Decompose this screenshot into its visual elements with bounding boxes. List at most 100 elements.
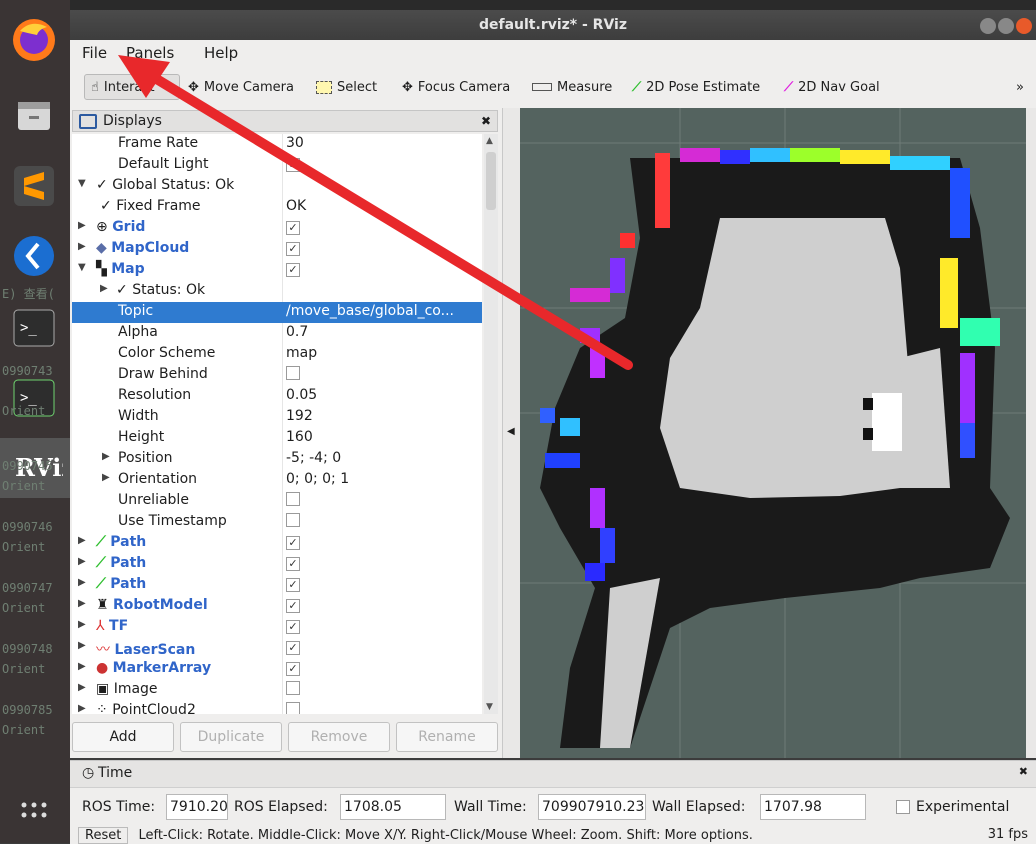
tree-row[interactable]: Draw Behind	[72, 365, 482, 386]
checkbox[interactable]: ✓	[286, 221, 300, 235]
tree-row[interactable]: ▶ ◆ MapCloud ✓	[72, 239, 482, 260]
expand-arrow-icon[interactable]: ▶	[78, 220, 86, 231]
row-name: PointCloud2	[112, 702, 196, 714]
tree-row[interactable]: ▶ ♜ RobotModel ✓	[72, 596, 482, 617]
select-tool[interactable]: Select	[310, 74, 383, 100]
minimize-button[interactable]	[980, 18, 996, 34]
expand-arrow-icon[interactable]: ▶	[78, 535, 86, 546]
checkbox[interactable]: ✓	[286, 620, 300, 634]
scroll-up-icon[interactable]: ▲	[486, 136, 493, 146]
checkbox[interactable]: ✓	[286, 599, 300, 613]
displays-scrollbar[interactable]: ▲ ▼	[484, 134, 498, 714]
focus-camera-tool[interactable]: ✥ Focus Camera	[396, 74, 516, 100]
menu-help[interactable]: Help	[204, 44, 238, 62]
checkbox[interactable]: ✓	[286, 242, 300, 256]
ros-elapsed-field[interactable]: 1708.05	[340, 794, 446, 820]
splitter-left[interactable]: ◀	[503, 108, 520, 758]
close-button[interactable]	[1016, 18, 1032, 34]
sublime-text-icon[interactable]	[8, 160, 60, 212]
tree-row[interactable]: ▶ ▣ Image	[72, 680, 482, 701]
tree-row[interactable]: ▼ ▚ Map ✓	[72, 260, 482, 281]
checkbox[interactable]: ✓	[286, 662, 300, 676]
expand-arrow-icon[interactable]: ▶	[78, 241, 86, 252]
tree-row[interactable]: ▶ Orientation 0; 0; 0; 1	[72, 470, 482, 491]
checkbox[interactable]	[286, 681, 300, 695]
ros-time-field[interactable]: 7910.20	[166, 794, 228, 820]
experimental-checkbox[interactable]	[896, 800, 910, 814]
firefox-icon[interactable]	[8, 14, 60, 66]
expand-arrow-icon[interactable]: ▶	[78, 619, 86, 630]
checkbox[interactable]: ✓	[286, 158, 300, 172]
expand-arrow-icon[interactable]: ▶	[78, 598, 86, 609]
tree-row[interactable]: Alpha 0.7	[72, 323, 482, 344]
checkbox[interactable]	[286, 702, 300, 714]
tree-row-selected[interactable]: Topic/move_base/global_co...	[72, 302, 482, 323]
checkbox[interactable]	[286, 366, 300, 380]
checkbox[interactable]	[286, 513, 300, 527]
scroll-down-icon[interactable]: ▼	[486, 702, 493, 712]
nav-goal-tool[interactable]: ⟋ 2D Nav Goal	[778, 74, 886, 100]
collapse-arrow-icon[interactable]: ▼	[78, 262, 86, 273]
toolbar-overflow-button[interactable]: »	[1010, 74, 1030, 100]
tree-row[interactable]: ▶ ⅄ TF ✓	[72, 617, 482, 638]
checkbox[interactable]: ✓	[286, 578, 300, 592]
add-button[interactable]: Add	[72, 722, 174, 752]
expand-arrow-icon[interactable]: ▶	[78, 556, 86, 567]
close-panel-icon[interactable]: ✖	[481, 114, 491, 128]
checkbox[interactable]: ✓	[286, 557, 300, 571]
tree-row[interactable]: ▶ ⟋ Path ✓	[72, 554, 482, 575]
3d-view[interactable]	[520, 108, 1026, 758]
tree-row[interactable]: ▶ ✓ Status: Ok	[72, 281, 482, 302]
wall-time-field[interactable]: 709907910.23	[538, 794, 646, 820]
app-icon[interactable]	[8, 230, 60, 282]
close-time-icon[interactable]: ✖	[1019, 765, 1028, 778]
remove-button[interactable]: Remove	[288, 722, 390, 752]
expand-arrow-icon[interactable]: ▶	[100, 283, 108, 294]
rename-button[interactable]: Rename	[396, 722, 498, 752]
expand-arrow-icon[interactable]: ▶	[78, 640, 86, 651]
tree-row[interactable]: ▼ ✓ Global Status: Ok	[72, 176, 482, 197]
checkbox[interactable]: ✓	[286, 263, 300, 277]
tree-row[interactable]: ▶ ⟋ Path ✓	[72, 533, 482, 554]
checkbox[interactable]: ✓	[286, 536, 300, 550]
app-grid-icon[interactable]	[8, 786, 60, 838]
checkbox[interactable]	[286, 492, 300, 506]
tree-row[interactable]: ▶ ⟋ Path ✓	[72, 575, 482, 596]
interact-tool[interactable]: ☝ Interact	[84, 74, 180, 100]
tree-row[interactable]: ✓ Fixed Frame OK	[72, 197, 482, 218]
expand-arrow-icon[interactable]: ▶	[78, 661, 86, 672]
tree-row[interactable]: ▶ 〰 LaserScan ✓	[72, 638, 482, 659]
reset-button[interactable]: Reset	[78, 827, 129, 844]
checkbox[interactable]: ✓	[286, 641, 300, 655]
tree-row[interactable]: ▶ ● MarkerArray ✓	[72, 659, 482, 680]
wall-elapsed-field[interactable]: 1707.98	[760, 794, 866, 820]
tree-row[interactable]: Frame Rate 30	[72, 134, 482, 155]
tree-row[interactable]: Width 192	[72, 407, 482, 428]
measure-tool[interactable]: Measure	[526, 74, 618, 100]
expand-arrow-icon[interactable]: ▶	[102, 451, 110, 462]
maximize-button[interactable]	[998, 18, 1014, 34]
move-camera-tool[interactable]: ✥ Move Camera	[182, 74, 300, 100]
tree-row[interactable]: Default Light ✓	[72, 155, 482, 176]
splitter-right[interactable]	[1026, 108, 1036, 758]
files-icon[interactable]	[8, 90, 60, 142]
duplicate-button[interactable]: Duplicate	[180, 722, 282, 752]
menu-panels[interactable]: Panels	[126, 44, 174, 62]
tree-row[interactable]: Resolution 0.05	[72, 386, 482, 407]
tree-row[interactable]: Color Scheme map	[72, 344, 482, 365]
tree-row[interactable]: ▶ ⊕ Grid ✓	[72, 218, 482, 239]
tree-row[interactable]: Use Timestamp	[72, 512, 482, 533]
menu-file[interactable]: File	[82, 44, 107, 62]
expand-arrow-icon[interactable]: ▶	[78, 682, 86, 693]
tree-row[interactable]: ▶ ⁘ PointCloud2	[72, 701, 482, 714]
tree-row[interactable]: ▶ Position -5; -4; 0	[72, 449, 482, 470]
collapse-left-icon[interactable]: ◀	[507, 426, 515, 437]
expand-arrow-icon[interactable]: ▶	[78, 703, 86, 714]
tree-row[interactable]: Unreliable	[72, 491, 482, 512]
tree-row[interactable]: Height 160	[72, 428, 482, 449]
collapse-arrow-icon[interactable]: ▼	[78, 178, 86, 189]
scrollbar-thumb[interactable]	[486, 152, 496, 210]
expand-arrow-icon[interactable]: ▶	[102, 472, 110, 483]
expand-arrow-icon[interactable]: ▶	[78, 577, 86, 588]
pose-estimate-tool[interactable]: ⟋ 2D Pose Estimate	[626, 74, 766, 100]
